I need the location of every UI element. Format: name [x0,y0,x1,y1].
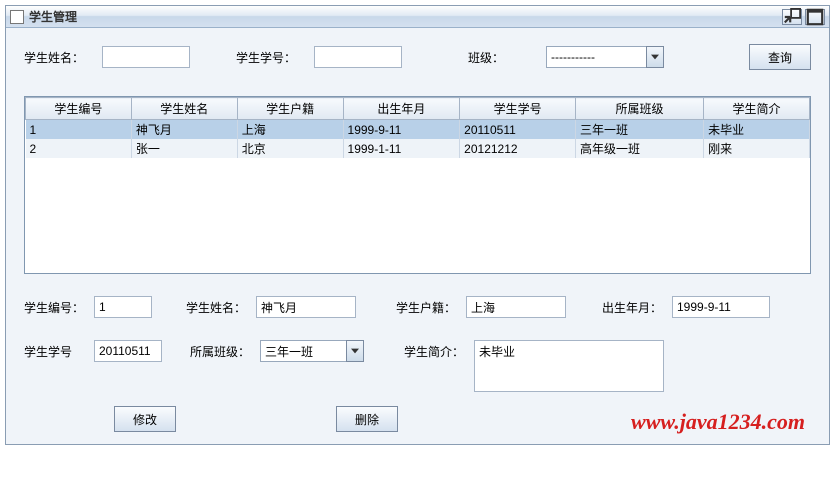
detail-row-2: 学生学号 所属班级： 学生简介： [24,340,811,392]
filter-name-input[interactable] [102,46,190,68]
table-cell[interactable]: 神飞月 [131,120,237,140]
table-row[interactable]: 2张一北京1999-1-1120121212高年级一班刚来 [26,139,810,158]
detail-origin-input[interactable] [466,296,566,318]
filter-class-value[interactable] [546,46,646,68]
dropdown-arrow-icon[interactable] [646,46,664,68]
search-button[interactable]: 查询 [749,44,811,70]
filter-name-label: 学生姓名： [24,49,94,66]
filter-bar: 学生姓名： 学生学号： 班级： 查询 [24,40,811,78]
table-cell[interactable]: 未毕业 [704,120,810,140]
detail-dob-input[interactable] [672,296,770,318]
column-header[interactable]: 出生年月 [343,98,460,120]
column-header[interactable]: 学生学号 [460,98,576,120]
table-cell[interactable]: 1999-9-11 [343,120,460,140]
detail-name-label: 学生姓名： [186,299,248,316]
document-icon [10,10,24,24]
column-header[interactable]: 学生简介 [704,98,810,120]
detail-sid-label: 学生学号 [24,343,86,360]
table-cell[interactable]: 北京 [237,139,343,158]
delete-button[interactable]: 删除 [336,406,398,432]
filter-id-input[interactable] [314,46,402,68]
watermark-text: www.java1234.com [631,409,805,435]
table-cell[interactable]: 20110511 [460,120,576,140]
detail-class-label: 所属班级： [190,343,252,360]
column-header[interactable]: 学生编号 [26,98,132,120]
table-cell[interactable]: 刚来 [704,139,810,158]
table-cell[interactable]: 20121212 [460,139,576,158]
detail-row-1: 学生编号： 学生姓名： 学生户籍： 出生年月： [24,296,811,318]
column-header[interactable]: 所属班级 [576,98,704,120]
detail-intro-textarea[interactable] [474,340,664,392]
table-cell[interactable]: 1 [26,120,132,140]
filter-id-label: 学生学号： [236,49,306,66]
window-title: 学生管理 [29,8,779,25]
table-cell[interactable]: 1999-1-11 [343,139,460,158]
content-area: 学生姓名： 学生学号： 班级： 查询 学生编号学生姓名学生户籍出生年月学生学号所… [6,28,829,444]
minimize-to-tray-button[interactable] [782,9,802,25]
column-header[interactable]: 学生户籍 [237,98,343,120]
detail-intro-label: 学生简介： [404,340,466,360]
maximize-button[interactable] [805,9,825,25]
table-row[interactable]: 1神飞月上海1999-9-1120110511三年一班未毕业 [26,120,810,140]
table-cell[interactable]: 高年级一班 [576,139,704,158]
filter-class-select[interactable] [546,46,664,68]
filter-class-label: 班级： [468,49,538,66]
detail-class-select[interactable] [260,340,364,362]
detail-sid-input[interactable] [94,340,162,362]
modify-button[interactable]: 修改 [114,406,176,432]
detail-origin-label: 学生户籍： [396,299,458,316]
detail-dob-label: 出生年月： [602,299,664,316]
detail-no-label: 学生编号： [24,299,86,316]
table-cell[interactable]: 2 [26,139,132,158]
table-cell[interactable]: 三年一班 [576,120,704,140]
column-header[interactable]: 学生姓名 [131,98,237,120]
detail-name-input[interactable] [256,296,356,318]
table-cell[interactable]: 上海 [237,120,343,140]
dropdown-arrow-icon[interactable] [346,340,364,362]
student-management-window: 学生管理 学生姓名： 学生学号： 班级： 查询 学生编号学生姓名学生户籍 [5,5,830,445]
titlebar[interactable]: 学生管理 [6,6,829,28]
detail-no-input[interactable] [94,296,152,318]
detail-class-value[interactable] [260,340,346,362]
table-cell[interactable]: 张一 [131,139,237,158]
student-table[interactable]: 学生编号学生姓名学生户籍出生年月学生学号所属班级学生简介 1神飞月上海1999-… [24,96,811,274]
